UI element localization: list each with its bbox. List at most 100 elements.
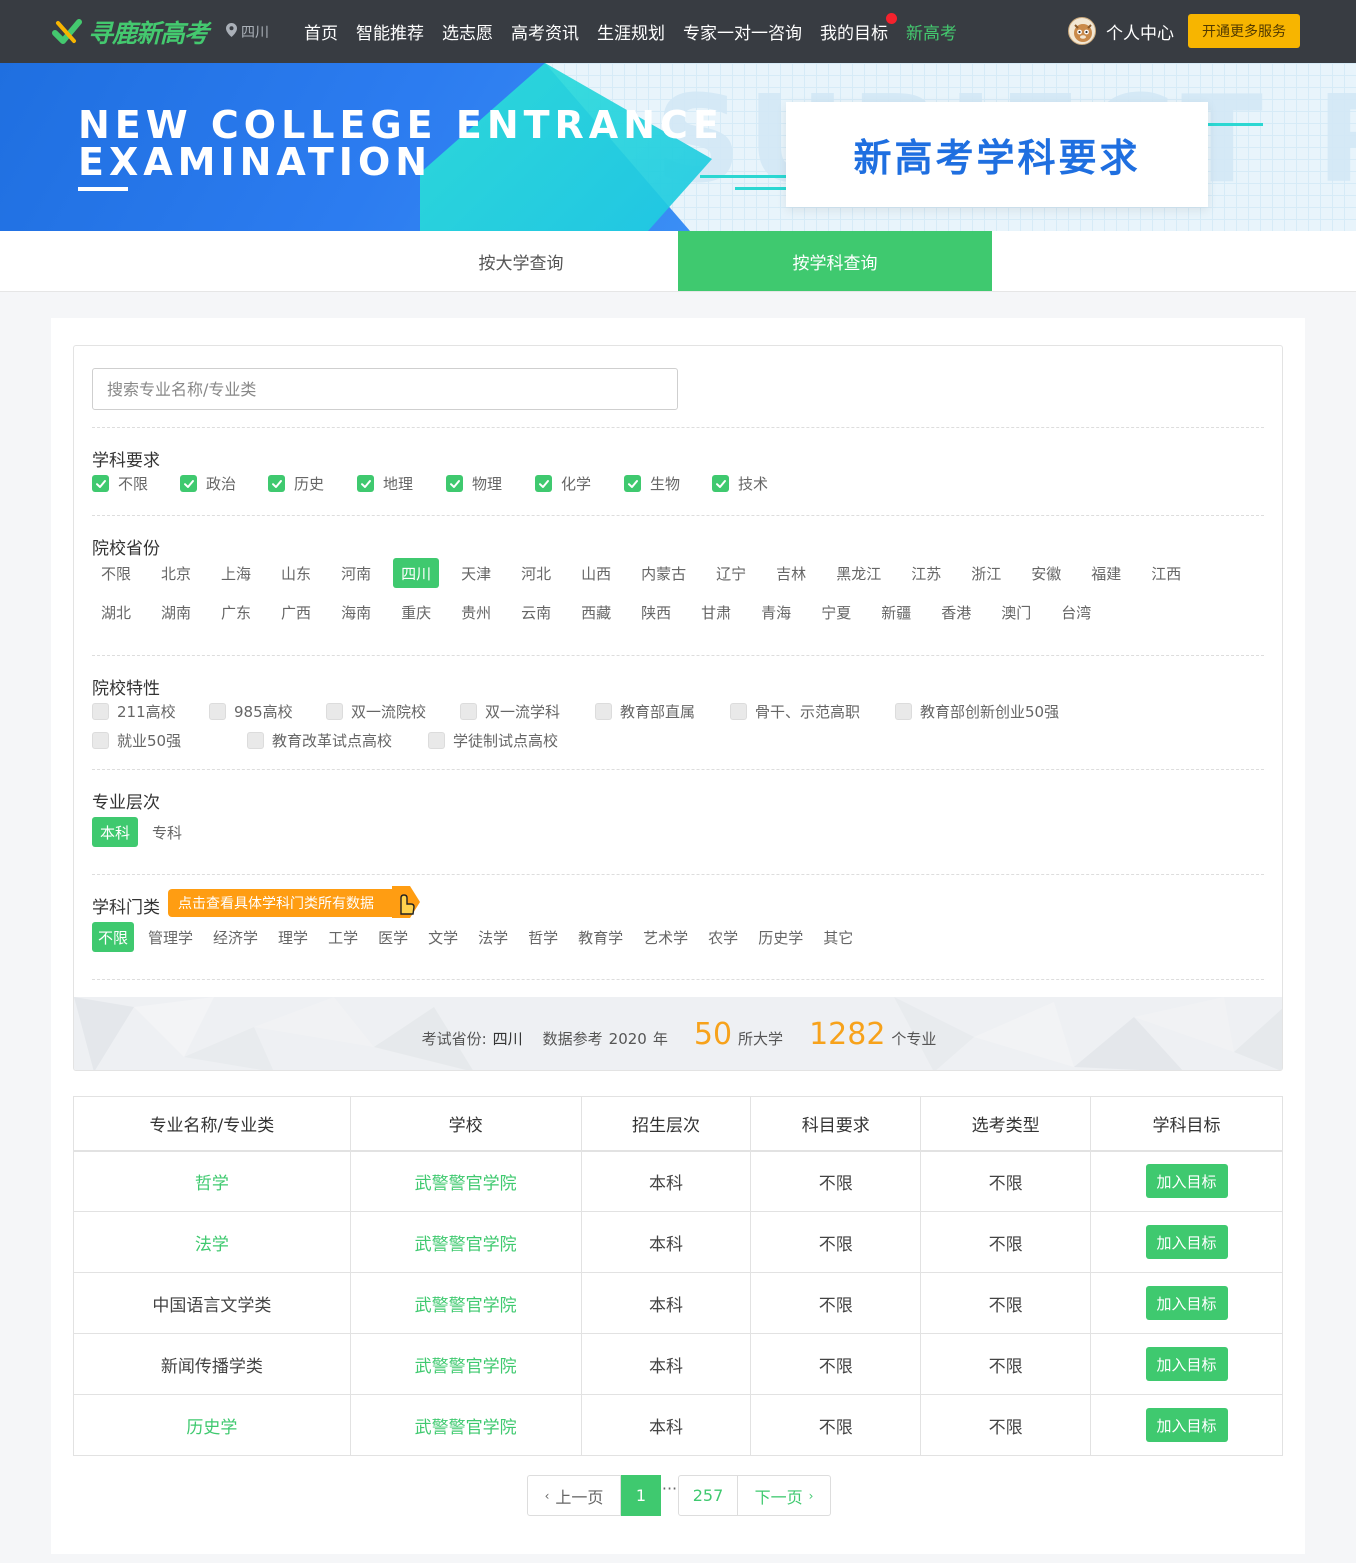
category-option[interactable]: 不限 — [92, 922, 135, 952]
nav-exam-news[interactable]: 高考资讯 — [502, 19, 588, 44]
subject-checkbox[interactable]: 政治 — [180, 473, 268, 494]
province-option[interactable]: 贵州 — [453, 597, 499, 627]
province-option[interactable]: 福建 — [1083, 558, 1129, 588]
province-option[interactable]: 四川 — [393, 558, 440, 588]
nav-career-planning[interactable]: 生涯规划 — [588, 19, 674, 44]
province-option[interactable]: 台湾 — [1053, 597, 1099, 627]
feature-checkbox[interactable]: 双一流院校 — [326, 701, 460, 722]
province-option[interactable]: 不限 — [93, 558, 139, 588]
vip-services-button[interactable]: 开通更多服务 — [1188, 14, 1300, 48]
province-option[interactable]: 宁夏 — [813, 597, 859, 627]
category-option[interactable]: 教育学 — [572, 922, 629, 952]
school-link[interactable]: 武警警官学院 — [349, 1333, 582, 1395]
province-option[interactable]: 湖南 — [153, 597, 199, 627]
nav-my-target[interactable]: 我的目标 — [811, 13, 898, 44]
feature-checkbox[interactable]: 教育部直属 — [595, 701, 730, 722]
category-option[interactable]: 管理学 — [142, 922, 199, 952]
province-option[interactable]: 吉林 — [768, 558, 814, 588]
subject-checkbox[interactable]: 不限 — [92, 473, 180, 494]
user-center-link[interactable]: 个人中心 — [1106, 19, 1174, 44]
province-option[interactable]: 重庆 — [393, 597, 439, 627]
subject-checkbox[interactable]: 地理 — [357, 473, 446, 494]
province-option[interactable]: 青海 — [753, 597, 799, 627]
major-link[interactable]: 哲学 — [73, 1150, 351, 1212]
province-option[interactable]: 香港 — [933, 597, 979, 627]
subject-checkbox[interactable]: 生物 — [624, 473, 712, 494]
subject-checkbox[interactable]: 技术 — [712, 473, 800, 494]
province-option[interactable]: 河南 — [333, 558, 379, 588]
province-option[interactable]: 甘肃 — [693, 597, 739, 627]
category-option[interactable]: 经济学 — [207, 922, 264, 952]
category-option[interactable]: 法学 — [472, 922, 514, 952]
province-option[interactable]: 河北 — [513, 558, 559, 588]
province-option[interactable]: 山东 — [273, 558, 319, 588]
province-option[interactable]: 广东 — [213, 597, 259, 627]
category-hint-badge[interactable]: 点击查看具体学科门类所有数据 — [168, 889, 402, 917]
nav-home[interactable]: 首页 — [295, 19, 347, 44]
province-option[interactable]: 新疆 — [873, 597, 919, 627]
add-target-button[interactable]: 加入目标 — [1145, 1347, 1228, 1381]
province-option[interactable]: 安徽 — [1023, 558, 1069, 588]
province-option[interactable]: 黑龙江 — [828, 558, 889, 588]
category-option[interactable]: 理学 — [272, 922, 314, 952]
category-option[interactable]: 工学 — [322, 922, 364, 952]
nav-expert-consult[interactable]: 专家一对一咨询 — [674, 19, 811, 44]
add-target-button[interactable]: 加入目标 — [1145, 1286, 1228, 1320]
feature-checkbox[interactable]: 就业50强 — [92, 730, 247, 751]
location-selector[interactable]: 四川 — [226, 22, 269, 42]
feature-checkbox[interactable]: 骨干、示范高职 — [730, 701, 895, 722]
page-current[interactable]: 1 — [621, 1475, 661, 1516]
category-option[interactable]: 历史学 — [752, 922, 809, 952]
province-option[interactable]: 山西 — [573, 558, 619, 588]
feature-checkbox[interactable]: 985高校 — [209, 701, 326, 722]
subject-checkbox[interactable]: 化学 — [535, 473, 624, 494]
feature-checkbox[interactable]: 教育部创新创业50强 — [895, 701, 1095, 722]
major-link[interactable]: 法学 — [73, 1211, 351, 1273]
feature-checkbox[interactable]: 双一流学科 — [460, 701, 595, 722]
category-option[interactable]: 医学 — [372, 922, 414, 952]
province-option[interactable]: 北京 — [153, 558, 199, 588]
tab-by-university[interactable]: 按大学查询 — [364, 231, 678, 291]
add-target-button[interactable]: 加入目标 — [1145, 1164, 1228, 1199]
province-option[interactable]: 天津 — [453, 558, 499, 588]
subject-checkbox[interactable]: 物理 — [446, 473, 535, 494]
nav-smart-recommend[interactable]: 智能推荐 — [347, 19, 433, 44]
province-option[interactable]: 浙江 — [963, 558, 1009, 588]
province-option[interactable]: 江苏 — [903, 558, 949, 588]
feature-checkbox[interactable]: 211高校 — [92, 701, 209, 722]
major-link[interactable]: 历史学 — [73, 1394, 351, 1456]
school-link[interactable]: 武警警官学院 — [349, 1272, 582, 1334]
feature-checkbox[interactable]: 学徒制试点高校 — [428, 730, 578, 751]
user-avatar[interactable] — [1068, 17, 1096, 45]
category-option[interactable]: 农学 — [702, 922, 744, 952]
nav-choose-volunteer[interactable]: 选志愿 — [433, 19, 502, 44]
school-link[interactable]: 武警警官学院 — [349, 1150, 582, 1212]
province-option[interactable]: 湖北 — [93, 597, 139, 627]
category-option[interactable]: 文学 — [422, 922, 464, 952]
feature-checkbox[interactable]: 教育改革试点高校 — [247, 730, 428, 751]
category-option[interactable]: 哲学 — [522, 922, 564, 952]
prev-page-button[interactable]: ‹ 上一页 — [527, 1475, 621, 1516]
province-option[interactable]: 辽宁 — [708, 558, 754, 588]
next-page-button[interactable]: 下一页 › — [738, 1475, 831, 1516]
province-option[interactable]: 广西 — [273, 597, 319, 627]
province-option[interactable]: 上海 — [213, 558, 259, 588]
level-option[interactable]: 专科 — [144, 817, 190, 847]
nav-new-gaokao[interactable]: 新高考 — [897, 19, 966, 44]
level-option[interactable]: 本科 — [92, 817, 139, 847]
school-link[interactable]: 武警警官学院 — [349, 1394, 582, 1456]
page-last[interactable]: 257 — [678, 1475, 738, 1516]
province-option[interactable]: 内蒙古 — [633, 558, 694, 588]
province-option[interactable]: 云南 — [513, 597, 559, 627]
category-option[interactable]: 其它 — [817, 922, 859, 952]
province-option[interactable]: 澳门 — [993, 597, 1039, 627]
add-target-button[interactable]: 加入目标 — [1145, 1408, 1228, 1442]
subject-checkbox[interactable]: 历史 — [268, 473, 357, 494]
province-option[interactable]: 西藏 — [573, 597, 619, 627]
category-option[interactable]: 艺术学 — [637, 922, 694, 952]
school-link[interactable]: 武警警官学院 — [349, 1211, 582, 1273]
tab-by-subject[interactable]: 按学科查询 — [678, 231, 992, 291]
add-target-button[interactable]: 加入目标 — [1145, 1225, 1228, 1259]
province-option[interactable]: 陕西 — [633, 597, 679, 627]
province-option[interactable]: 江西 — [1143, 558, 1189, 588]
